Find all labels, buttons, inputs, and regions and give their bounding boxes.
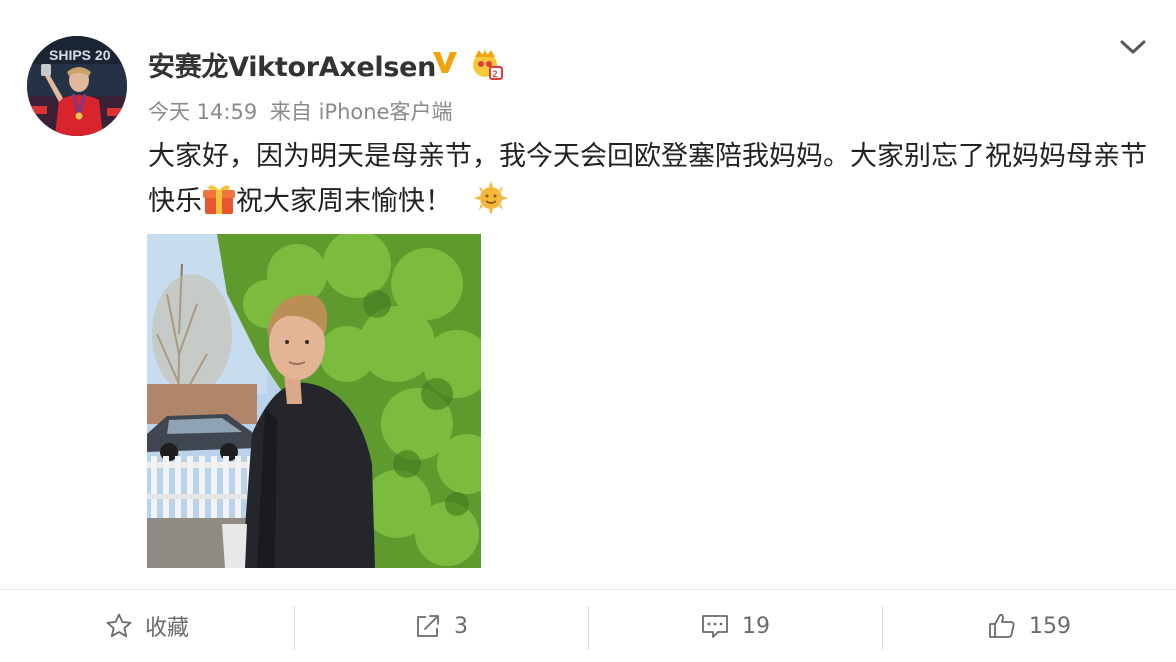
comment-icon: [702, 615, 728, 638]
author-name[interactable]: 安赛龙ViktorAxelsen: [148, 45, 436, 84]
repost-count: 3: [454, 613, 468, 639]
chevron-down-icon[interactable]: [1118, 32, 1148, 62]
post-source: 来自 iPhone客户端: [269, 100, 453, 124]
favorite-button[interactable]: 收藏: [0, 590, 294, 662]
repost-button[interactable]: 3: [294, 590, 588, 662]
action-bar: 收藏 3 19 159: [0, 590, 1176, 662]
weibo-post-card: SHIPS 20 安赛龙ViktorAxelsen 2 今天 14:59 来自 …: [0, 0, 1176, 662]
photo-thumbnail: [147, 234, 481, 568]
favorite-label: 收藏: [144, 616, 189, 641]
share-icon: [417, 615, 439, 637]
thumbs-up-icon: [989, 613, 1015, 638]
avatar[interactable]: SHIPS 20: [27, 36, 127, 136]
svg-text:SHIPS 20: SHIPS 20: [49, 47, 111, 63]
verified-v-icon: [433, 52, 457, 73]
post-photo[interactable]: [147, 234, 481, 568]
like-count: 159: [1029, 613, 1071, 639]
post-time[interactable]: 今天 14:59: [148, 100, 257, 124]
sun-emoji: [473, 181, 508, 215]
post-text: 大家好，因为明天是母亲节，我今天会回欧登塞陪我妈妈。大家别忘了祝妈妈母亲节快乐 …: [148, 134, 1148, 224]
vip-crown-icon[interactable]: 2: [470, 47, 504, 81]
post-text-part2: 祝大家周末愉快！: [236, 186, 452, 217]
comment-count: 19: [742, 613, 770, 639]
star-icon: [106, 613, 132, 638]
svg-text:2: 2: [493, 69, 498, 79]
like-button[interactable]: 159: [882, 590, 1176, 662]
gift-emoji: [203, 185, 235, 214]
comment-button[interactable]: 19: [588, 590, 882, 662]
post-meta: 今天 14:59 来自 iPhone客户端: [148, 96, 458, 126]
